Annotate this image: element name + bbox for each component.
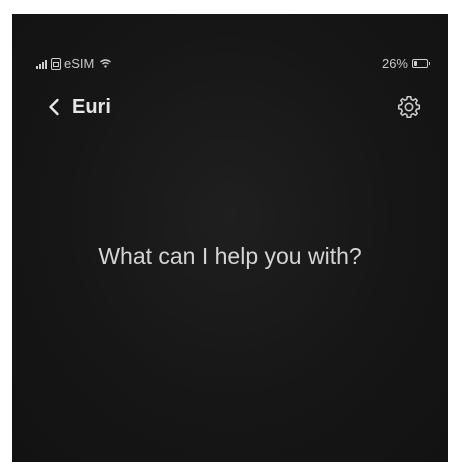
gear-icon xyxy=(397,95,421,119)
nav-bar: Euri xyxy=(12,92,448,128)
status-left: eSIM xyxy=(36,56,112,71)
battery-percentage: 26% xyxy=(381,56,408,71)
app-screen: eSIM 26% Euri What can I help you with? xyxy=(12,14,448,462)
chevron-left-icon xyxy=(48,92,66,122)
carrier-label: eSIM xyxy=(64,56,95,71)
status-right: 26% xyxy=(381,56,430,71)
welcome-prompt: What can I help you with? xyxy=(98,243,362,269)
battery-icon xyxy=(412,59,430,68)
wifi-icon xyxy=(100,57,112,71)
settings-button[interactable] xyxy=(396,94,422,120)
back-button[interactable]: Euri xyxy=(48,92,111,122)
sim-card-icon xyxy=(51,57,61,70)
signal-icon xyxy=(36,59,48,69)
status-bar: eSIM 26% xyxy=(12,14,448,74)
battery-fill xyxy=(414,61,418,66)
chat-title: Euri xyxy=(72,95,111,118)
